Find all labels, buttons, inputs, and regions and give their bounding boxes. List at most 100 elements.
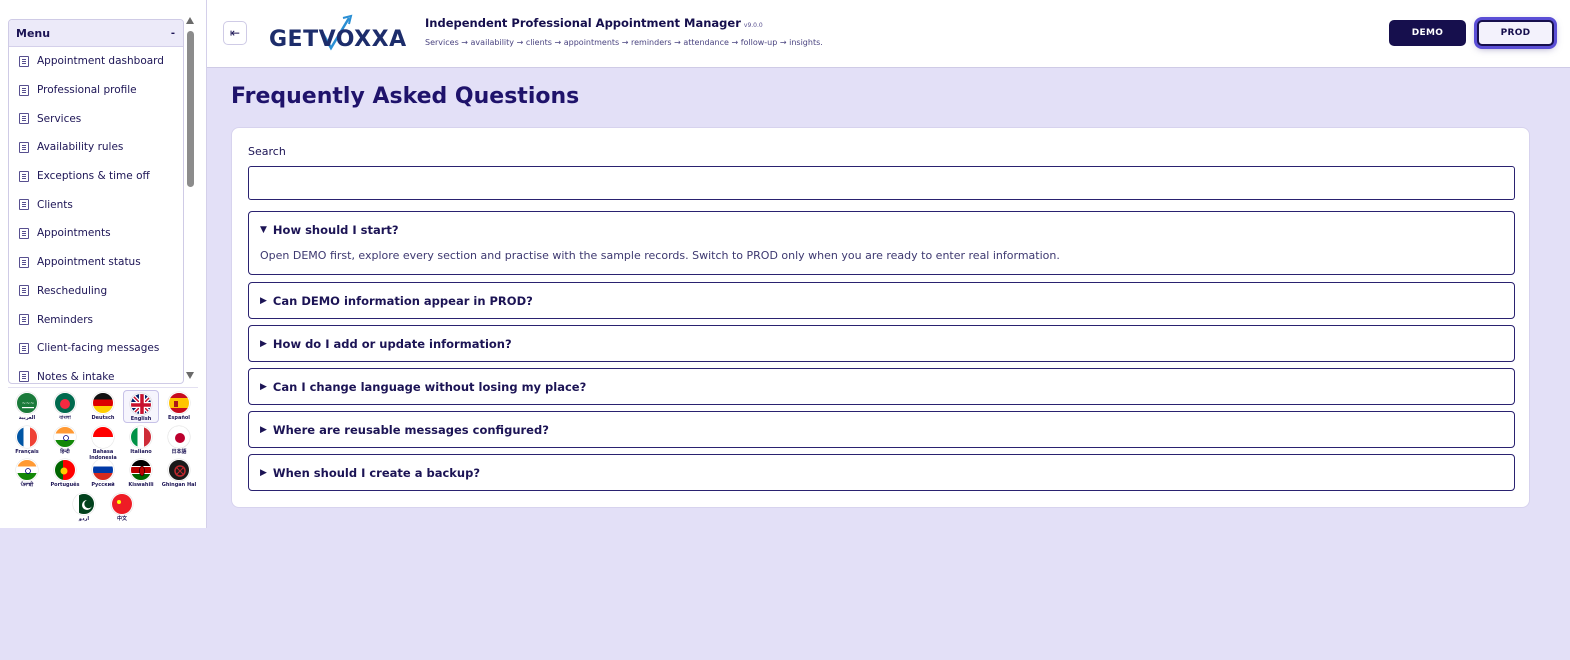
app-version: v9.0.0 — [743, 22, 763, 29]
saudi-arabia-flag-icon: ~~~ — [16, 392, 38, 414]
language-option-chinese[interactable]: 中文 — [104, 491, 140, 522]
language-option-italian[interactable]: Italiano — [123, 424, 159, 455]
portugal-flag-icon — [54, 459, 76, 481]
document-icon — [19, 285, 29, 297]
language-option-ghingan-hal[interactable]: Ghingan Hal — [161, 457, 197, 488]
document-icon — [19, 314, 29, 326]
faq-answer: Open DEMO first, explore every section a… — [260, 249, 1060, 262]
menu-item-label: Appointment dashboard — [37, 55, 164, 68]
language-label: اردو — [78, 516, 90, 522]
language-option-punjabi[interactable]: ਪੰਜਾਬੀ — [9, 457, 45, 488]
faq-item-change-language[interactable]: ▶ Can I change language without losing my… — [248, 368, 1515, 405]
menu-item-label: Appointment status — [37, 256, 141, 269]
menu-item-professional-profile[interactable]: Professional profile — [9, 76, 183, 105]
language-option-english[interactable]: English — [123, 390, 159, 423]
dark-emblem-flag-icon — [168, 459, 190, 481]
menu-item-label: Client-facing messages — [37, 342, 160, 355]
menu-item-appointment-status[interactable]: Appointment status — [9, 248, 183, 277]
language-option-urdu[interactable]: اردو — [66, 491, 102, 522]
document-icon — [19, 113, 29, 125]
language-option-german[interactable]: Deutsch — [85, 390, 121, 421]
india-flag-icon — [54, 426, 76, 448]
indonesia-flag-icon — [92, 426, 114, 448]
faq-item-add-update[interactable]: ▶ How do I add or update information? — [248, 325, 1515, 362]
triangle-right-icon: ▶ — [260, 382, 267, 392]
menu-item-services[interactable]: Services — [9, 104, 183, 133]
language-option-french[interactable]: Français — [9, 424, 45, 455]
language-label: Español — [167, 415, 191, 421]
triangle-right-icon: ▶ — [260, 339, 267, 349]
menu-title: Menu — [16, 26, 51, 40]
app-tagline: Services → availability → clients → appo… — [425, 38, 823, 47]
language-label: Italiano — [130, 449, 152, 455]
demo-button[interactable]: DEMO — [1389, 20, 1466, 46]
faq-item-backup[interactable]: ▶ When should I create a backup? — [248, 454, 1515, 491]
language-option-japanese[interactable]: 日本語 — [161, 424, 197, 455]
language-label: Русский — [91, 482, 115, 488]
triangle-right-icon: ▶ — [260, 425, 267, 435]
faq-question[interactable]: ▶ Can DEMO information appear in PROD? — [260, 294, 533, 308]
language-option-hindi[interactable]: हिन्दी — [47, 424, 83, 455]
language-option-bangla[interactable]: বাংলা — [47, 390, 83, 421]
faq-question-text: Where are reusable messages configured? — [272, 423, 549, 437]
menu-item-label: Exceptions & time off — [37, 170, 150, 183]
menu-scrollbar[interactable] — [186, 17, 196, 379]
faq-question-text: Can I change language without losing my … — [272, 380, 587, 394]
menu-header[interactable]: Menu - — [9, 20, 183, 47]
svg-text:~~~: ~~~ — [22, 401, 35, 407]
faq-item-demo-in-prod[interactable]: ▶ Can DEMO information appear in PROD? — [248, 282, 1515, 319]
search-input[interactable] — [248, 166, 1515, 200]
divider — [8, 387, 198, 388]
language-label: Deutsch — [91, 415, 115, 421]
menu-item-label: Notes & intake — [37, 370, 115, 383]
faq-question[interactable]: ▼ How should I start? — [260, 223, 399, 237]
language-option-arabic[interactable]: ~~~ العربية — [9, 390, 45, 421]
faq-item-reusable-messages[interactable]: ▶ Where are reusable messages configured? — [248, 411, 1515, 448]
menu-item-client-facing-messages[interactable]: Client-facing messages — [9, 334, 183, 363]
language-option-portuguese[interactable]: Português — [47, 457, 83, 488]
faq-question[interactable]: ▶ Where are reusable messages configured? — [260, 423, 549, 437]
language-option-russian[interactable]: Русский — [85, 457, 121, 488]
menu-item-label: Clients — [37, 198, 73, 211]
menu-item-label: Appointments — [37, 227, 111, 240]
language-option-spanish[interactable]: Español — [161, 390, 197, 421]
scroll-down-arrow-icon[interactable] — [186, 372, 194, 379]
menu-item-exceptions[interactable]: Exceptions & time off — [9, 162, 183, 191]
menu-collapse-toggle[interactable]: - — [171, 28, 175, 39]
faq-card: Search ▼ How should I start? Open DEMO fi… — [231, 127, 1530, 508]
menu-item-rescheduling[interactable]: Rescheduling — [9, 277, 183, 306]
language-label: Kiswahili — [128, 482, 154, 488]
language-label: 日本語 — [171, 449, 187, 455]
faq-item-how-to-start[interactable]: ▼ How should I start? Open DEMO first, ex… — [248, 211, 1515, 275]
menu-item-availability-rules[interactable]: Availability rules — [9, 133, 183, 162]
language-option-indonesian[interactable]: Bahasa Indonesia — [85, 424, 121, 461]
china-flag-icon — [111, 493, 133, 515]
language-label: العربية — [18, 415, 36, 421]
italy-flag-icon — [130, 426, 152, 448]
document-icon — [19, 199, 29, 211]
faq-question-text: How do I add or update information? — [272, 337, 512, 351]
scrollbar-thumb[interactable] — [187, 31, 194, 187]
menu-item-appointments[interactable]: Appointments — [9, 219, 183, 248]
bangladesh-flag-icon — [54, 392, 76, 414]
triangle-right-icon: ▶ — [260, 296, 267, 306]
menu-item-appointment-dashboard[interactable]: Appointment dashboard — [9, 47, 183, 76]
language-option-swahili[interactable]: Kiswahili — [123, 457, 159, 488]
language-label: Português — [50, 482, 80, 488]
menu-item-clients[interactable]: Clients — [9, 190, 183, 219]
faq-question[interactable]: ▶ Can I change language without losing my… — [260, 380, 586, 394]
faq-question-text: How should I start? — [272, 223, 399, 237]
faq-question[interactable]: ▶ How do I add or update information? — [260, 337, 512, 351]
prod-button[interactable]: PROD — [1477, 20, 1554, 46]
logo-text: GETVOXXA — [269, 27, 407, 52]
language-label: বাংলা — [59, 415, 71, 421]
scroll-up-arrow-icon[interactable] — [186, 17, 194, 24]
menu-item-notes-intake[interactable]: Notes & intake — [9, 363, 183, 383]
collapse-sidebar-button[interactable]: ⇤ — [223, 21, 247, 45]
menu-item-label: Availability rules — [37, 141, 124, 154]
menu-item-reminders[interactable]: Reminders — [9, 305, 183, 334]
language-label: Français — [15, 449, 39, 455]
document-icon — [19, 227, 29, 239]
menu-item-label: Professional profile — [37, 84, 137, 97]
faq-question[interactable]: ▶ When should I create a backup? — [260, 466, 480, 480]
